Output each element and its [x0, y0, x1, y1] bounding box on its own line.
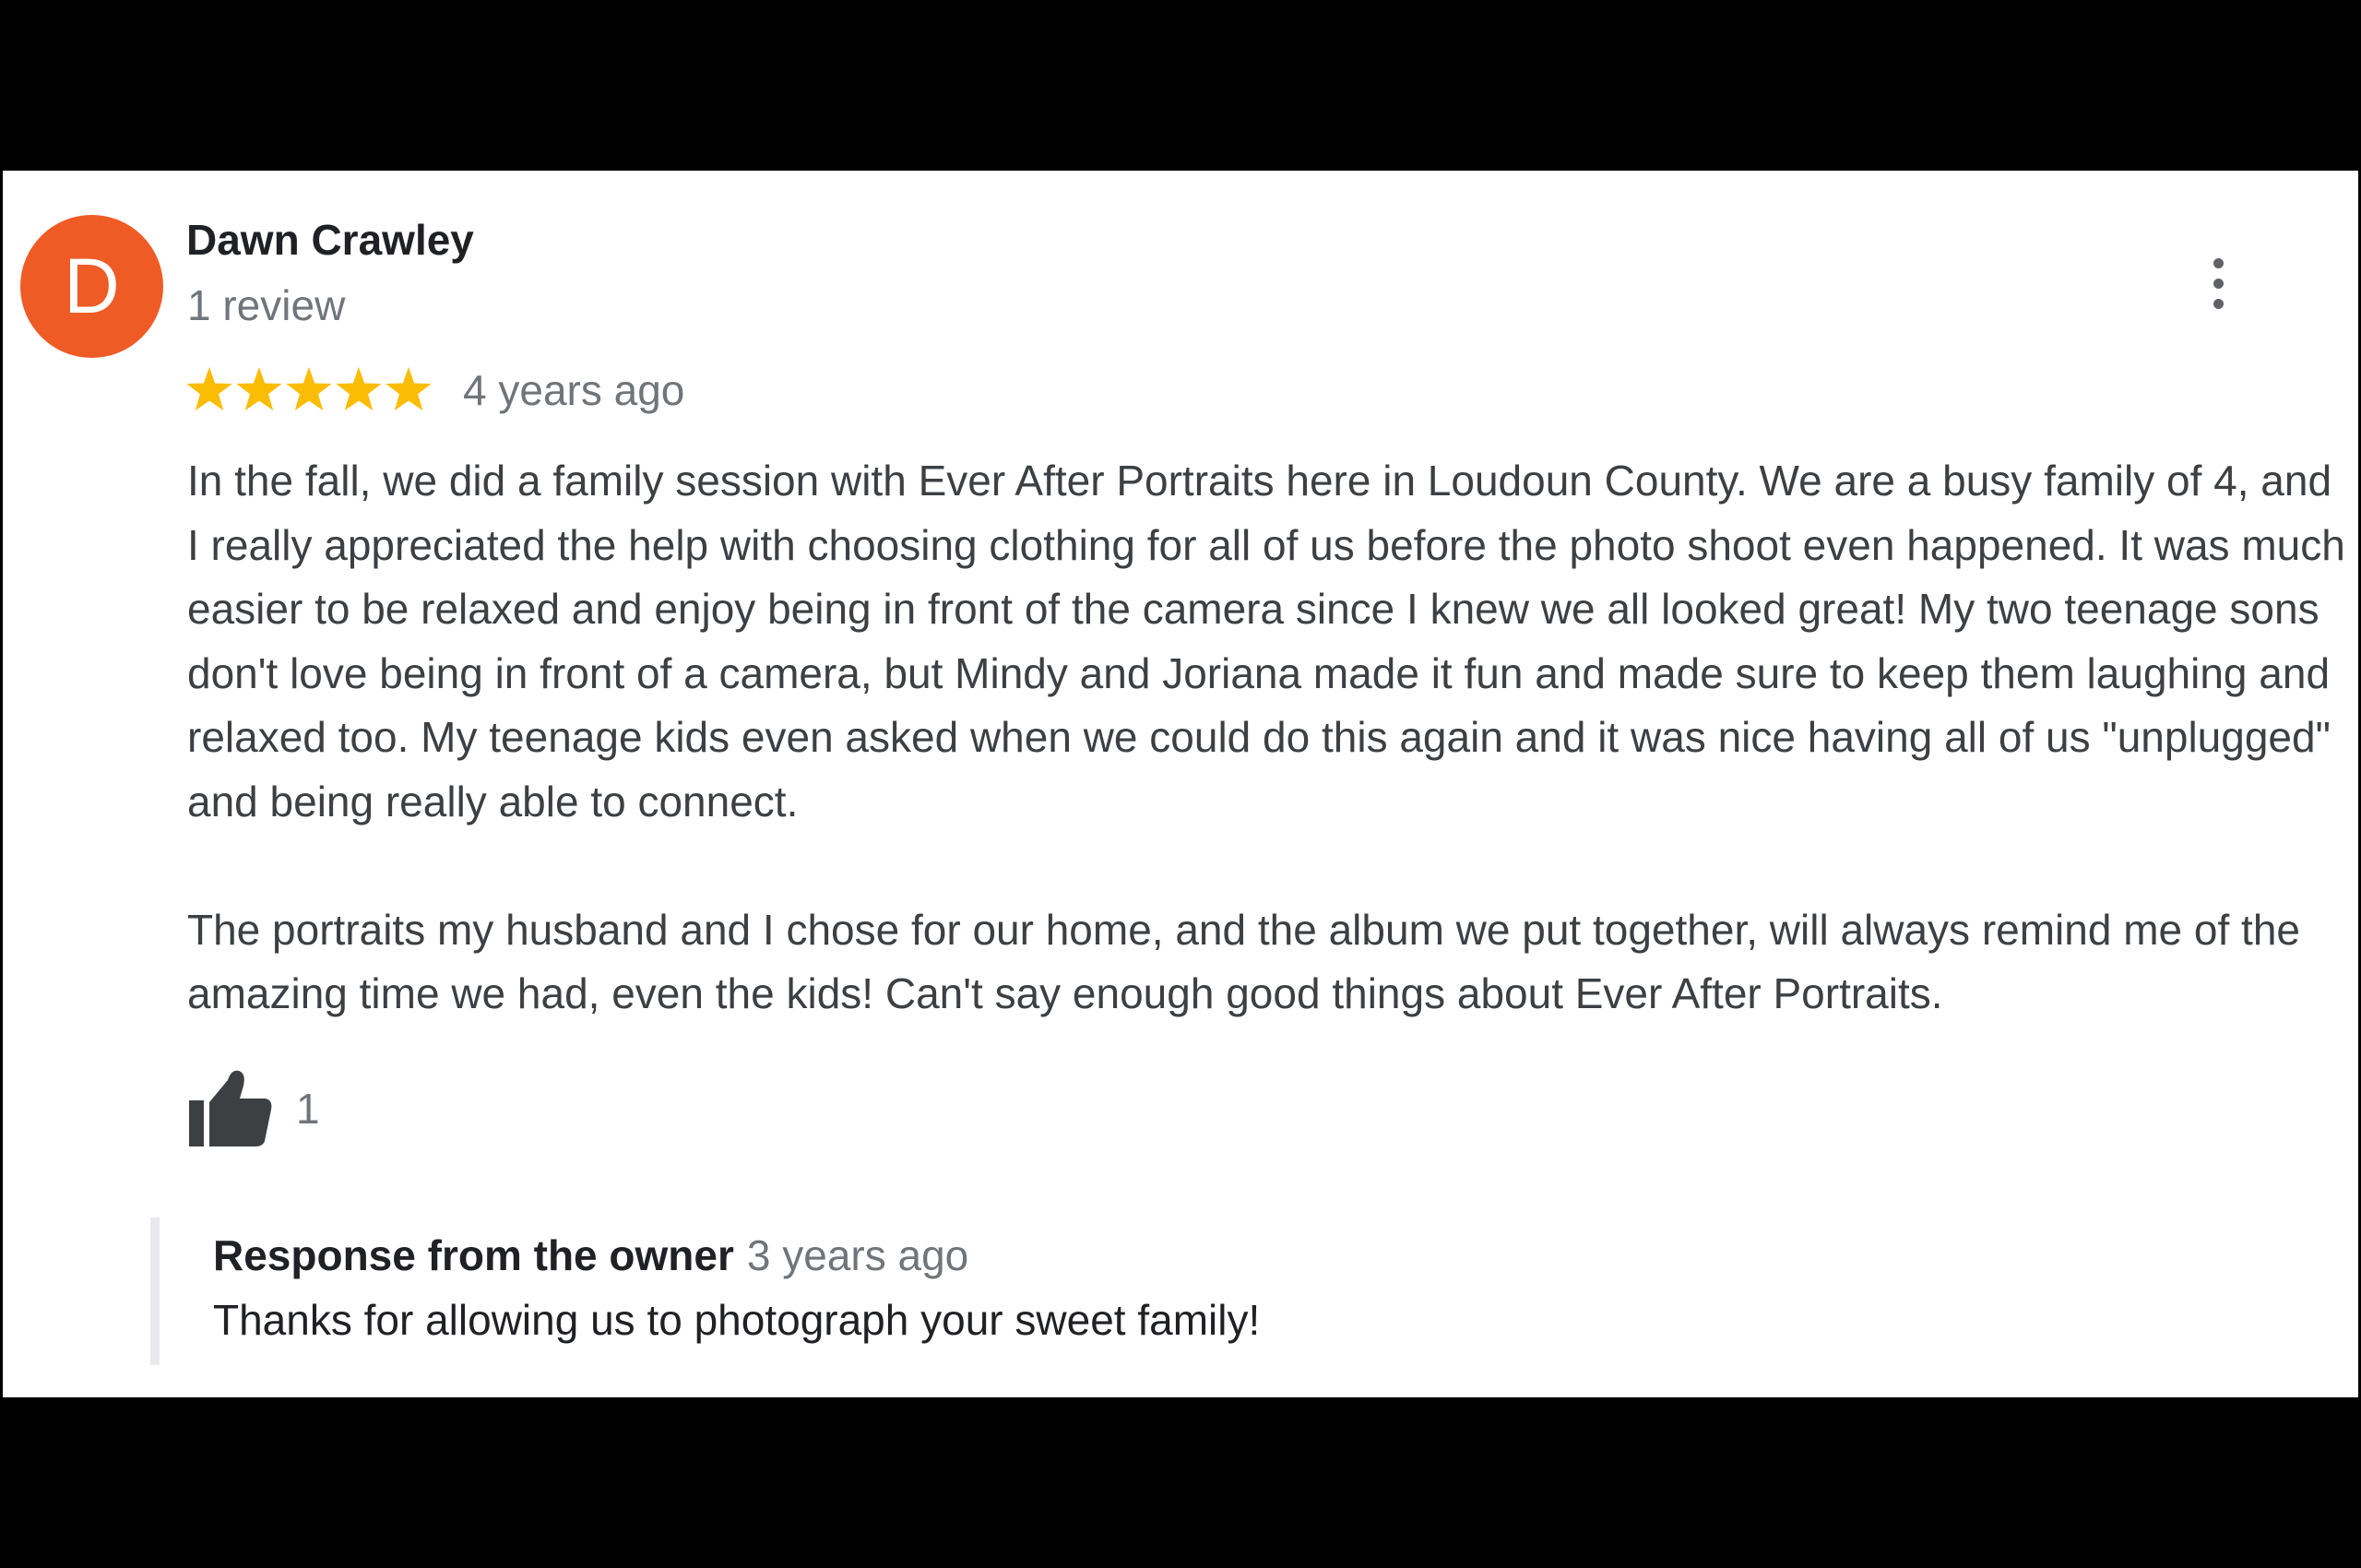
owner-response-date: 3 years ago	[746, 1231, 969, 1279]
more-vertical-icon-dot	[2213, 298, 2224, 309]
review-text: In the fall, we did a family session wit…	[187, 449, 2345, 1027]
review-paragraph: The portraits my husband and I chose for…	[187, 905, 2300, 1018]
reviewer-avatar[interactable]: D	[20, 215, 163, 358]
owner-response: Response from the owner 3 years ago Thank…	[150, 1218, 2281, 1365]
reviewer-review-count[interactable]: 1 review	[187, 280, 345, 330]
star-icon	[286, 367, 332, 411]
owner-response-heading: Response from the owner 3 years ago	[213, 1230, 968, 1280]
review-card: D Dawn Crawley 1 review 4 years ago In t…	[3, 171, 2358, 1397]
more-vertical-icon-dot	[2213, 278, 2224, 289]
review-date: 4 years ago	[463, 366, 685, 414]
like-count: 1	[296, 1085, 320, 1133]
owner-response-title: Response from the owner	[213, 1231, 734, 1279]
thumbs-up-icon[interactable]	[187, 1065, 274, 1148]
star-rating	[185, 363, 434, 417]
star-icon	[336, 367, 382, 411]
more-options-button[interactable]	[2191, 246, 2245, 320]
owner-response-text: Thanks for allowing us to photograph you…	[213, 1296, 1261, 1344]
reviewer-name[interactable]: Dawn Crawley	[186, 215, 474, 265]
star-icon	[386, 367, 432, 411]
review-paragraph: In the fall, we did a family session wit…	[187, 457, 2345, 826]
star-icon	[236, 367, 282, 411]
more-vertical-icon	[2213, 257, 2224, 268]
star-icon	[186, 367, 232, 411]
